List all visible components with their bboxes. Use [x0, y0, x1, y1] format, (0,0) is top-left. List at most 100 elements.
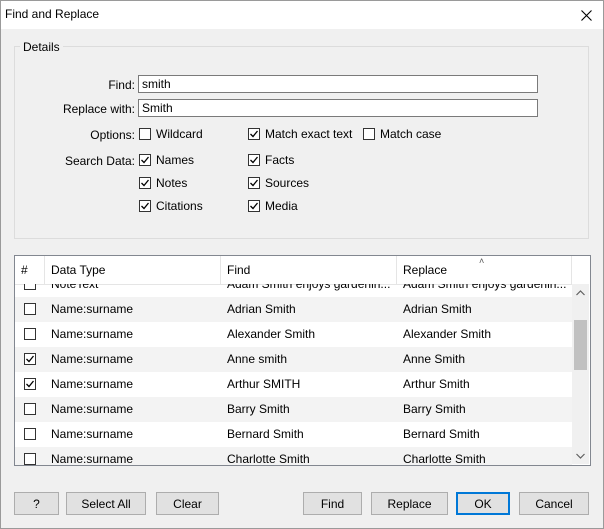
checkmark-icon	[250, 202, 259, 210]
scrollbar-thumb[interactable]	[574, 320, 587, 370]
row-checkbox[interactable]	[24, 303, 36, 315]
close-button[interactable]	[569, 1, 603, 29]
data-type-cell: NoteText	[51, 284, 99, 291]
column-header-data-type[interactable]: Data Type	[45, 256, 221, 284]
checkbox-box	[248, 177, 260, 189]
chevron-up-icon	[576, 289, 585, 295]
find-cell: Bernard Smith	[227, 427, 304, 441]
checkmark-icon	[250, 130, 259, 138]
options-label: Options:	[90, 128, 135, 142]
checkbox-box	[248, 200, 260, 212]
select-all-button[interactable]: Select All	[66, 492, 146, 515]
match-case-checkbox[interactable]: Match case	[363, 127, 441, 141]
replace-input[interactable]	[138, 99, 538, 117]
checkbox-box	[248, 154, 260, 166]
find-cell: Arthur SMITH	[227, 377, 301, 391]
data-type-cell: Name:surname	[51, 302, 134, 316]
scroll-up-button[interactable]	[572, 284, 589, 301]
data-type-cell: Name:surname	[51, 402, 134, 416]
close-icon	[580, 9, 592, 21]
help-button[interactable]: ?	[14, 492, 59, 515]
wildcard-checkbox[interactable]: Wildcard	[139, 127, 203, 141]
replace-cell: Adam Smith enjoys gardenin...	[403, 284, 567, 291]
vertical-scrollbar[interactable]	[572, 284, 589, 464]
find-input[interactable]	[138, 75, 538, 93]
checkmark-icon	[141, 179, 150, 187]
table-row[interactable]: Name:surname Charlotte Smith Charlotte Smi…	[15, 447, 572, 465]
column-header-number[interactable]: #	[15, 256, 45, 284]
replace-button[interactable]: Replace	[371, 492, 448, 515]
replace-cell: Adrian Smith	[403, 302, 472, 316]
find-cell: Adrian Smith	[227, 302, 296, 316]
data-type-cell: Name:surname	[51, 427, 134, 441]
facts-label: Facts	[265, 153, 295, 167]
clear-button[interactable]: Clear	[156, 492, 219, 515]
match-exact-text-label: Match exact text	[265, 127, 353, 141]
details-group-label: Details	[20, 40, 63, 54]
checkmark-icon	[26, 355, 35, 363]
facts-checkbox[interactable]: Facts	[248, 153, 294, 167]
checkbox-box	[363, 128, 375, 140]
title-bar: Find and Replace	[1, 1, 603, 29]
replace-label: Replace with:	[62, 102, 135, 116]
data-type-cell: Name:surname	[51, 452, 134, 465]
table-row[interactable]: Name:surname Adrian Smith Adrian Smith	[15, 297, 572, 322]
find-cell: Adam Smith enjoys gardenin...	[227, 284, 391, 291]
names-checkbox[interactable]: Names	[139, 153, 194, 167]
table-row[interactable]: Name:surname Barry Smith Barry Smith	[15, 397, 572, 422]
window-title: Find and Replace	[5, 7, 100, 21]
checkbox-box	[139, 154, 151, 166]
find-cell: Alexander Smith	[227, 327, 316, 341]
row-checkbox[interactable]	[24, 378, 36, 390]
table-row[interactable]: Name:surname Anne smith Anne Smith	[15, 347, 572, 372]
checkmark-icon	[250, 179, 259, 187]
checkmark-icon	[141, 202, 150, 210]
find-cell: Barry Smith	[227, 402, 290, 416]
data-type-cell: Name:surname	[51, 377, 134, 391]
column-header-find[interactable]: Find	[221, 256, 397, 284]
chevron-down-icon	[576, 453, 585, 459]
grid-header: # Data Type Find Replace ˄	[15, 256, 572, 285]
sources-checkbox[interactable]: Sources	[248, 176, 309, 190]
row-checkbox[interactable]	[24, 328, 36, 340]
checkbox-box	[248, 128, 260, 140]
match-exact-text-checkbox[interactable]: Match exact text	[248, 127, 352, 141]
replace-cell: Anne Smith	[403, 352, 466, 366]
results-rows: NoteText Adam Smith enjoys gardenin... Ada…	[15, 284, 572, 465]
replace-cell: Charlotte Smith	[403, 452, 486, 465]
notes-label: Notes	[156, 176, 188, 190]
column-header-replace[interactable]: Replace	[397, 256, 572, 284]
ok-button[interactable]: OK	[456, 492, 510, 515]
table-row[interactable]: NoteText Adam Smith enjoys gardenin... Ada…	[15, 284, 572, 297]
row-checkbox[interactable]	[24, 428, 36, 440]
notes-checkbox[interactable]: Notes	[139, 176, 187, 190]
media-checkbox[interactable]: Media	[248, 199, 298, 213]
data-type-cell: Name:surname	[51, 327, 134, 341]
replace-cell: Arthur Smith	[403, 377, 470, 391]
data-type-cell: Name:surname	[51, 352, 134, 366]
replace-cell: Barry Smith	[403, 402, 466, 416]
checkbox-box	[139, 128, 151, 140]
results-grid: # Data Type Find Replace ˄ NoteText Adam …	[14, 255, 591, 466]
row-checkbox[interactable]	[24, 453, 36, 465]
citations-label: Citations	[156, 199, 203, 213]
table-row[interactable]: Name:surname Bernard Smith Bernard Smith	[15, 422, 572, 447]
row-checkbox[interactable]	[24, 353, 36, 365]
checkmark-icon	[250, 156, 259, 164]
replace-cell: Bernard Smith	[403, 427, 480, 441]
find-cell: Charlotte Smith	[227, 452, 310, 465]
sources-label: Sources	[265, 176, 310, 190]
row-checkbox[interactable]	[24, 284, 36, 290]
checkbox-box	[139, 177, 151, 189]
row-checkbox[interactable]	[24, 403, 36, 415]
wildcard-label: Wildcard	[156, 127, 203, 141]
table-row[interactable]: Name:surname Alexander Smith Alexander Smi…	[15, 322, 572, 347]
search-data-label: Search Data:	[64, 154, 135, 168]
cancel-button[interactable]: Cancel	[519, 492, 589, 515]
citations-checkbox[interactable]: Citations	[139, 199, 203, 213]
checkmark-icon	[141, 156, 150, 164]
table-row[interactable]: Name:surname Arthur SMITH Arthur Smith	[15, 372, 572, 397]
find-button[interactable]: Find	[303, 492, 362, 515]
media-label: Media	[265, 199, 298, 213]
scroll-down-button[interactable]	[572, 447, 589, 464]
